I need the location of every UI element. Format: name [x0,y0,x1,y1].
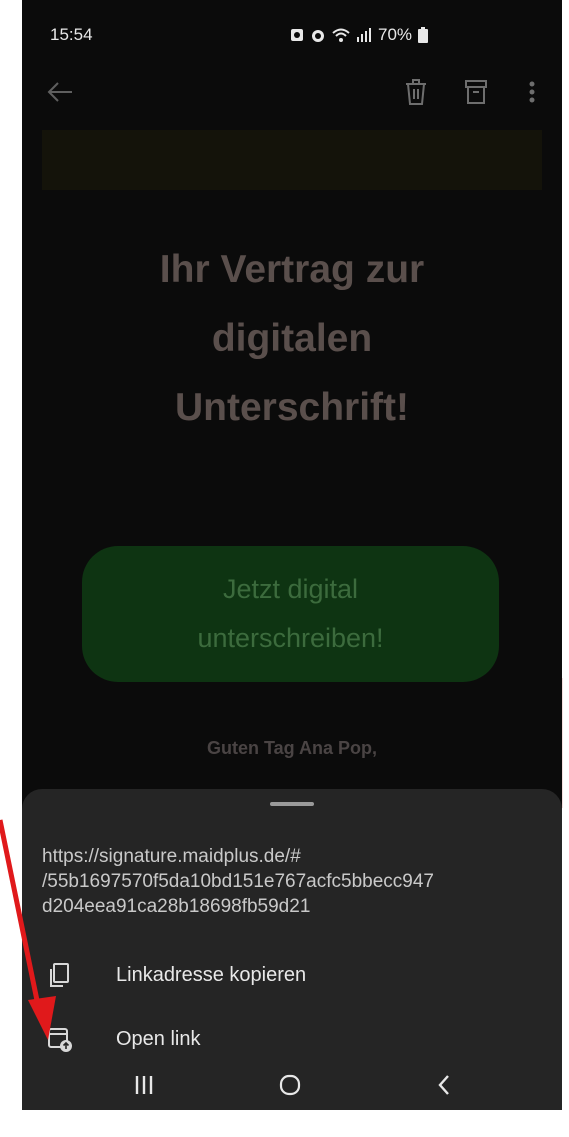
wifi-icon [332,28,350,42]
page-edge-decoration [562,678,569,808]
email-body: Ihr Vertrag zur digitalen Unterschrift! … [22,130,562,790]
drag-handle[interactable] [270,802,314,806]
copy-link-item[interactable]: Linkadresse kopieren [22,947,562,1003]
headline-line: Unterschrift! [174,386,410,429]
phone-screen: 15:54 70% Ihr Vertrag zur digitalen Unte… [22,0,562,1110]
status-icons: 70% [290,25,429,45]
delete-icon[interactable] [396,62,436,122]
battery-icon [418,27,429,43]
link-url: https://signature.maidplus.de/# /55b1697… [42,844,542,919]
archive-icon[interactable] [456,62,496,122]
app-bar [22,62,562,130]
email-headline: Ihr Vertrag zur digitalen Unterschrift! [82,235,502,442]
open-link-label: Open link [116,1027,201,1050]
notification-icon [291,29,303,41]
sign-now-button[interactable]: Jetzt digital unterschreiben! [82,546,499,682]
banner-strip [42,130,542,190]
copy-icon [50,963,69,987]
battery-level: 70% [378,25,413,44]
open-link-icon [48,1028,72,1052]
headline-line: Ihr Vertrag zur [159,248,425,291]
back-icon[interactable] [424,1070,464,1100]
status-bar: 15:54 70% [22,0,562,62]
signal-icon [357,28,371,42]
open-link-item[interactable]: Open link [22,1011,562,1067]
recent-apps-icon[interactable] [124,1070,164,1100]
cta-line: Jetzt digital [222,574,359,604]
alarm-icon [312,30,324,42]
back-arrow-icon[interactable] [40,62,80,122]
url-line: /55b1697570f5da10bd151e767acfc5bbecc947 [42,871,434,892]
system-nav-bar [22,1060,562,1110]
email-greeting: Guten Tag Ana Pop, [207,738,377,758]
url-line: d204eea91ca28b18698fb59d21 [42,896,311,917]
headline-line: digitalen [211,317,373,360]
cta-line: unterschreiben! [197,623,384,653]
copy-link-label: Linkadresse kopieren [116,963,307,986]
url-line: https://signature.maidplus.de/# [42,846,301,867]
status-time: 15:54 [50,25,93,44]
home-icon[interactable] [270,1070,310,1100]
more-vert-icon[interactable] [512,62,552,122]
